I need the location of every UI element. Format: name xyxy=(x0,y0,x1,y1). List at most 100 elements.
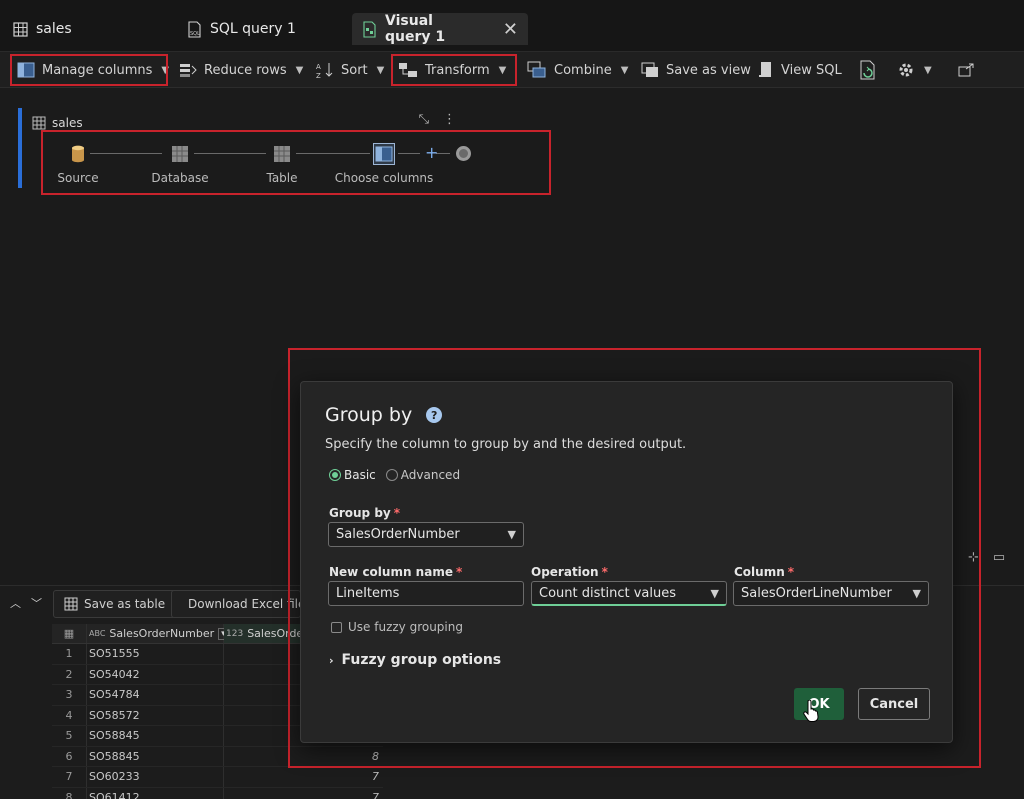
radio-basic[interactable]: Basic xyxy=(329,468,376,482)
chevron-down-icon: ▼ xyxy=(376,64,385,76)
chevron-down-icon: ▼ xyxy=(161,64,170,76)
manage-columns-label: Manage columns xyxy=(42,62,153,78)
tab-label: sales xyxy=(36,21,72,37)
diagram-title: sales xyxy=(32,116,83,130)
view-sql-label: View SQL xyxy=(781,62,842,78)
input-value: LineItems xyxy=(336,586,400,601)
cancel-button[interactable]: Cancel xyxy=(858,688,930,720)
save-as-table-button[interactable]: Save as table xyxy=(53,590,177,618)
select-value: SalesOrderNumber xyxy=(336,527,460,542)
save-as-view-button[interactable]: Save as view xyxy=(634,54,758,86)
fuzzy-grouping-checkbox[interactable]: Use fuzzy grouping xyxy=(331,620,463,634)
more-options-icon[interactable]: ⋮ xyxy=(443,112,456,127)
cell-order: SO60233 xyxy=(86,767,224,787)
select-value: SalesOrderLineNumber xyxy=(741,586,892,601)
chevron-right-icon: › xyxy=(329,653,334,667)
chevron-down-icon: ▼ xyxy=(620,64,629,76)
dialog-description: Specify the column to group by and the d… xyxy=(325,437,687,452)
chevron-down-icon[interactable]: ﹀ xyxy=(31,595,42,611)
required-marker: * xyxy=(393,506,401,520)
gear-icon xyxy=(899,63,913,77)
table-icon xyxy=(12,21,28,37)
operation-select[interactable]: Count distinct values ▼ xyxy=(531,581,727,606)
download-excel-button[interactable]: X Download Excel file xyxy=(171,590,301,618)
chevron-down-icon: ▼ xyxy=(924,64,932,76)
group-by-label: Group by * xyxy=(329,506,400,520)
tab-visual-query[interactable]: Visual query 1 ✕ xyxy=(352,13,528,45)
sql-file-icon: SQL xyxy=(186,20,202,38)
svg-text:SQL: SQL xyxy=(190,31,200,37)
tab-sql-query[interactable]: SQL SQL query 1 xyxy=(176,13,306,45)
sort-az-icon: AZ xyxy=(316,63,333,79)
save-as-table-label: Save as table xyxy=(84,597,166,611)
row-number: 6 xyxy=(65,749,73,763)
ok-button[interactable]: OK xyxy=(794,688,844,720)
help-icon[interactable]: ? xyxy=(426,407,443,423)
column-header-label: SalesOrderNumber xyxy=(109,627,215,640)
settings-button[interactable]: ▼ xyxy=(890,54,939,86)
sort-button[interactable]: AZ Sort ▼ xyxy=(309,54,391,86)
label-text: New column name xyxy=(329,565,453,579)
panel-nav: ︿ ﹀ xyxy=(10,595,42,611)
mode-radio-group: Basic Advanced xyxy=(329,468,460,482)
manage-columns-icon xyxy=(17,62,35,78)
reduce-rows-button[interactable]: Reduce rows ▼ xyxy=(172,54,310,86)
refresh-file-icon xyxy=(860,60,875,80)
radio-dot xyxy=(329,469,341,481)
step-end-icon xyxy=(456,146,471,161)
radio-label: Advanced xyxy=(400,468,461,482)
row-number: 5 xyxy=(65,729,73,743)
grid-icon xyxy=(271,143,293,165)
close-icon[interactable]: ✕ xyxy=(503,19,518,40)
refresh-button[interactable] xyxy=(852,54,884,86)
save-as-view-label: Save as view xyxy=(666,62,751,78)
tab-sales[interactable]: sales xyxy=(2,13,82,45)
collapse-icon[interactable]: ⤡ xyxy=(419,112,429,127)
step-choose-columns[interactable]: Choose columns xyxy=(334,143,434,185)
dialog-title: Group by ? xyxy=(325,404,443,426)
fuzzy-group-options-toggle[interactable]: › Fuzzy group options xyxy=(329,652,501,668)
step-source[interactable]: Source xyxy=(28,143,128,185)
chevron-up-icon[interactable]: ︿ xyxy=(10,595,21,611)
fullscreen-icon[interactable]: ▭ xyxy=(993,550,1005,565)
chevron-down-icon: ▼ xyxy=(912,587,921,600)
row-number: 3 xyxy=(65,688,73,702)
add-step-icon[interactable]: + xyxy=(425,143,438,162)
sql-scroll-icon xyxy=(759,62,771,77)
column-select[interactable]: SalesOrderLineNumber ▼ xyxy=(733,581,929,606)
cell-order: SO61412 xyxy=(86,787,224,799)
cell-order: SO51555 xyxy=(86,644,224,664)
row-number: 7 xyxy=(65,770,73,784)
new-column-name-input[interactable]: LineItems xyxy=(328,581,524,606)
group-by-select[interactable]: SalesOrderNumber ▼ xyxy=(328,522,524,547)
transform-button[interactable]: Transform ▼ xyxy=(391,54,517,86)
required-marker: * xyxy=(601,565,608,579)
table-row[interactable]: 8 SO61412 7 xyxy=(52,787,383,799)
step-table[interactable]: Table xyxy=(232,143,332,185)
download-excel-label: Download Excel file xyxy=(188,597,301,611)
popout-button[interactable] xyxy=(951,54,981,86)
row-number: 4 xyxy=(65,708,73,722)
view-sql-button[interactable]: View SQL xyxy=(751,54,849,86)
diagram-title-text: sales xyxy=(52,116,83,130)
database-cylinder-icon xyxy=(67,143,89,165)
row-number: 8 xyxy=(65,790,73,799)
step-database[interactable]: Database xyxy=(130,143,230,185)
step-label: Choose columns xyxy=(334,171,434,185)
manage-columns-button[interactable]: Manage columns ▼ xyxy=(10,54,170,86)
table-icon xyxy=(64,597,78,611)
diagram-actions: ⤡ ⋮ xyxy=(419,112,456,127)
chevron-down-icon: ▼ xyxy=(498,64,507,76)
table-row[interactable]: 7 SO60233 7 xyxy=(52,767,383,788)
radio-advanced[interactable]: Advanced xyxy=(385,468,461,482)
column-header-salesordernumber[interactable]: ABC SalesOrderNumber ▾ xyxy=(86,624,229,643)
chevron-down-icon: ▼ xyxy=(507,528,516,541)
cell-value: 7 xyxy=(372,770,379,784)
combine-button[interactable]: Combine ▼ xyxy=(520,54,636,86)
label-text: Group by xyxy=(329,506,391,520)
chevron-down-icon: ▼ xyxy=(710,586,719,600)
reduce-rows-label: Reduce rows xyxy=(204,62,287,78)
save-view-icon xyxy=(641,62,658,77)
combine-icon xyxy=(527,61,546,78)
tab-label: SQL query 1 xyxy=(210,21,296,37)
